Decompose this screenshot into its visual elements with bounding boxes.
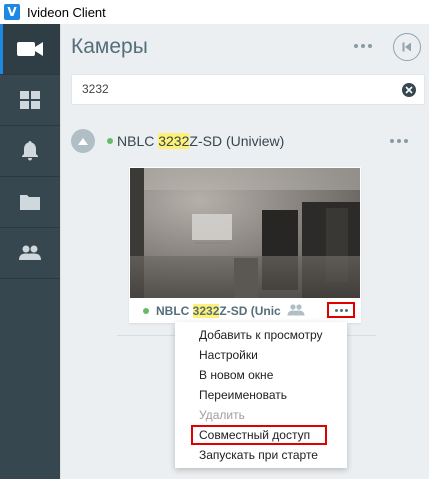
collapse-left-icon[interactable]: [393, 33, 421, 61]
sidebar-item-cameras[interactable]: [0, 24, 60, 74]
menu-item-add-to-view[interactable]: Добавить к просмотру: [175, 325, 347, 345]
search-input[interactable]: [82, 82, 382, 96]
header-more-icon[interactable]: [352, 38, 374, 54]
video-camera-icon: [17, 42, 43, 56]
online-status-icon: [107, 138, 113, 144]
menu-item-settings[interactable]: Настройки: [175, 345, 347, 365]
camera-card[interactable]: NBLC 3232Z-SD (Unic: [129, 167, 361, 323]
app-logo-icon: V: [4, 4, 20, 20]
sidebar-item-users[interactable]: [0, 228, 60, 278]
group-more-icon[interactable]: [388, 133, 410, 149]
window-title: Ivideon Client: [27, 4, 106, 20]
search-match-highlight: 3232: [158, 133, 190, 149]
search-match-highlight: 3232: [192, 304, 220, 318]
chevron-up-icon[interactable]: [71, 129, 95, 153]
online-status-icon: [143, 308, 149, 314]
title-bar: V Ivideon Client: [0, 0, 429, 24]
camera-more-button[interactable]: [327, 302, 355, 318]
people-icon: [19, 245, 41, 260]
context-menu: Добавить к просмотру Настройки В новом о…: [175, 322, 347, 468]
sidebar-item-archive[interactable]: [0, 177, 60, 227]
clear-icon[interactable]: [402, 83, 416, 97]
cameras-panel: Камеры NBLC 3232Z-SD (Uniview): [60, 24, 429, 479]
camera-card-footer: NBLC 3232Z-SD (Unic: [129, 298, 361, 323]
menu-item-rename[interactable]: Переименовать: [175, 385, 347, 405]
menu-item-run-on-start[interactable]: Запускать при старте: [175, 445, 347, 465]
sidebar-divider: [0, 278, 60, 279]
camera-group-name[interactable]: NBLC 3232Z-SD (Uniview): [117, 133, 284, 149]
camera-preview[interactable]: [130, 168, 360, 298]
sidebar-item-layouts[interactable]: [0, 75, 60, 125]
sidebar: [0, 24, 60, 479]
grid-icon: [20, 91, 40, 109]
sidebar-item-events[interactable]: [0, 126, 60, 176]
camera-group-row[interactable]: NBLC 3232Z-SD (Uniview): [71, 129, 421, 153]
page-title: Камеры: [71, 35, 148, 58]
menu-item-new-window[interactable]: В новом окне: [175, 365, 347, 385]
camera-card-label[interactable]: NBLC 3232Z-SD (Unic: [156, 304, 281, 318]
menu-item-delete: Удалить: [199, 408, 245, 422]
folder-icon: [20, 195, 40, 210]
shared-users-icon: [287, 304, 305, 316]
bell-icon: [22, 141, 38, 161]
search-field[interactable]: [71, 74, 425, 105]
menu-item-sharing[interactable]: Совместный доступ: [175, 425, 347, 445]
